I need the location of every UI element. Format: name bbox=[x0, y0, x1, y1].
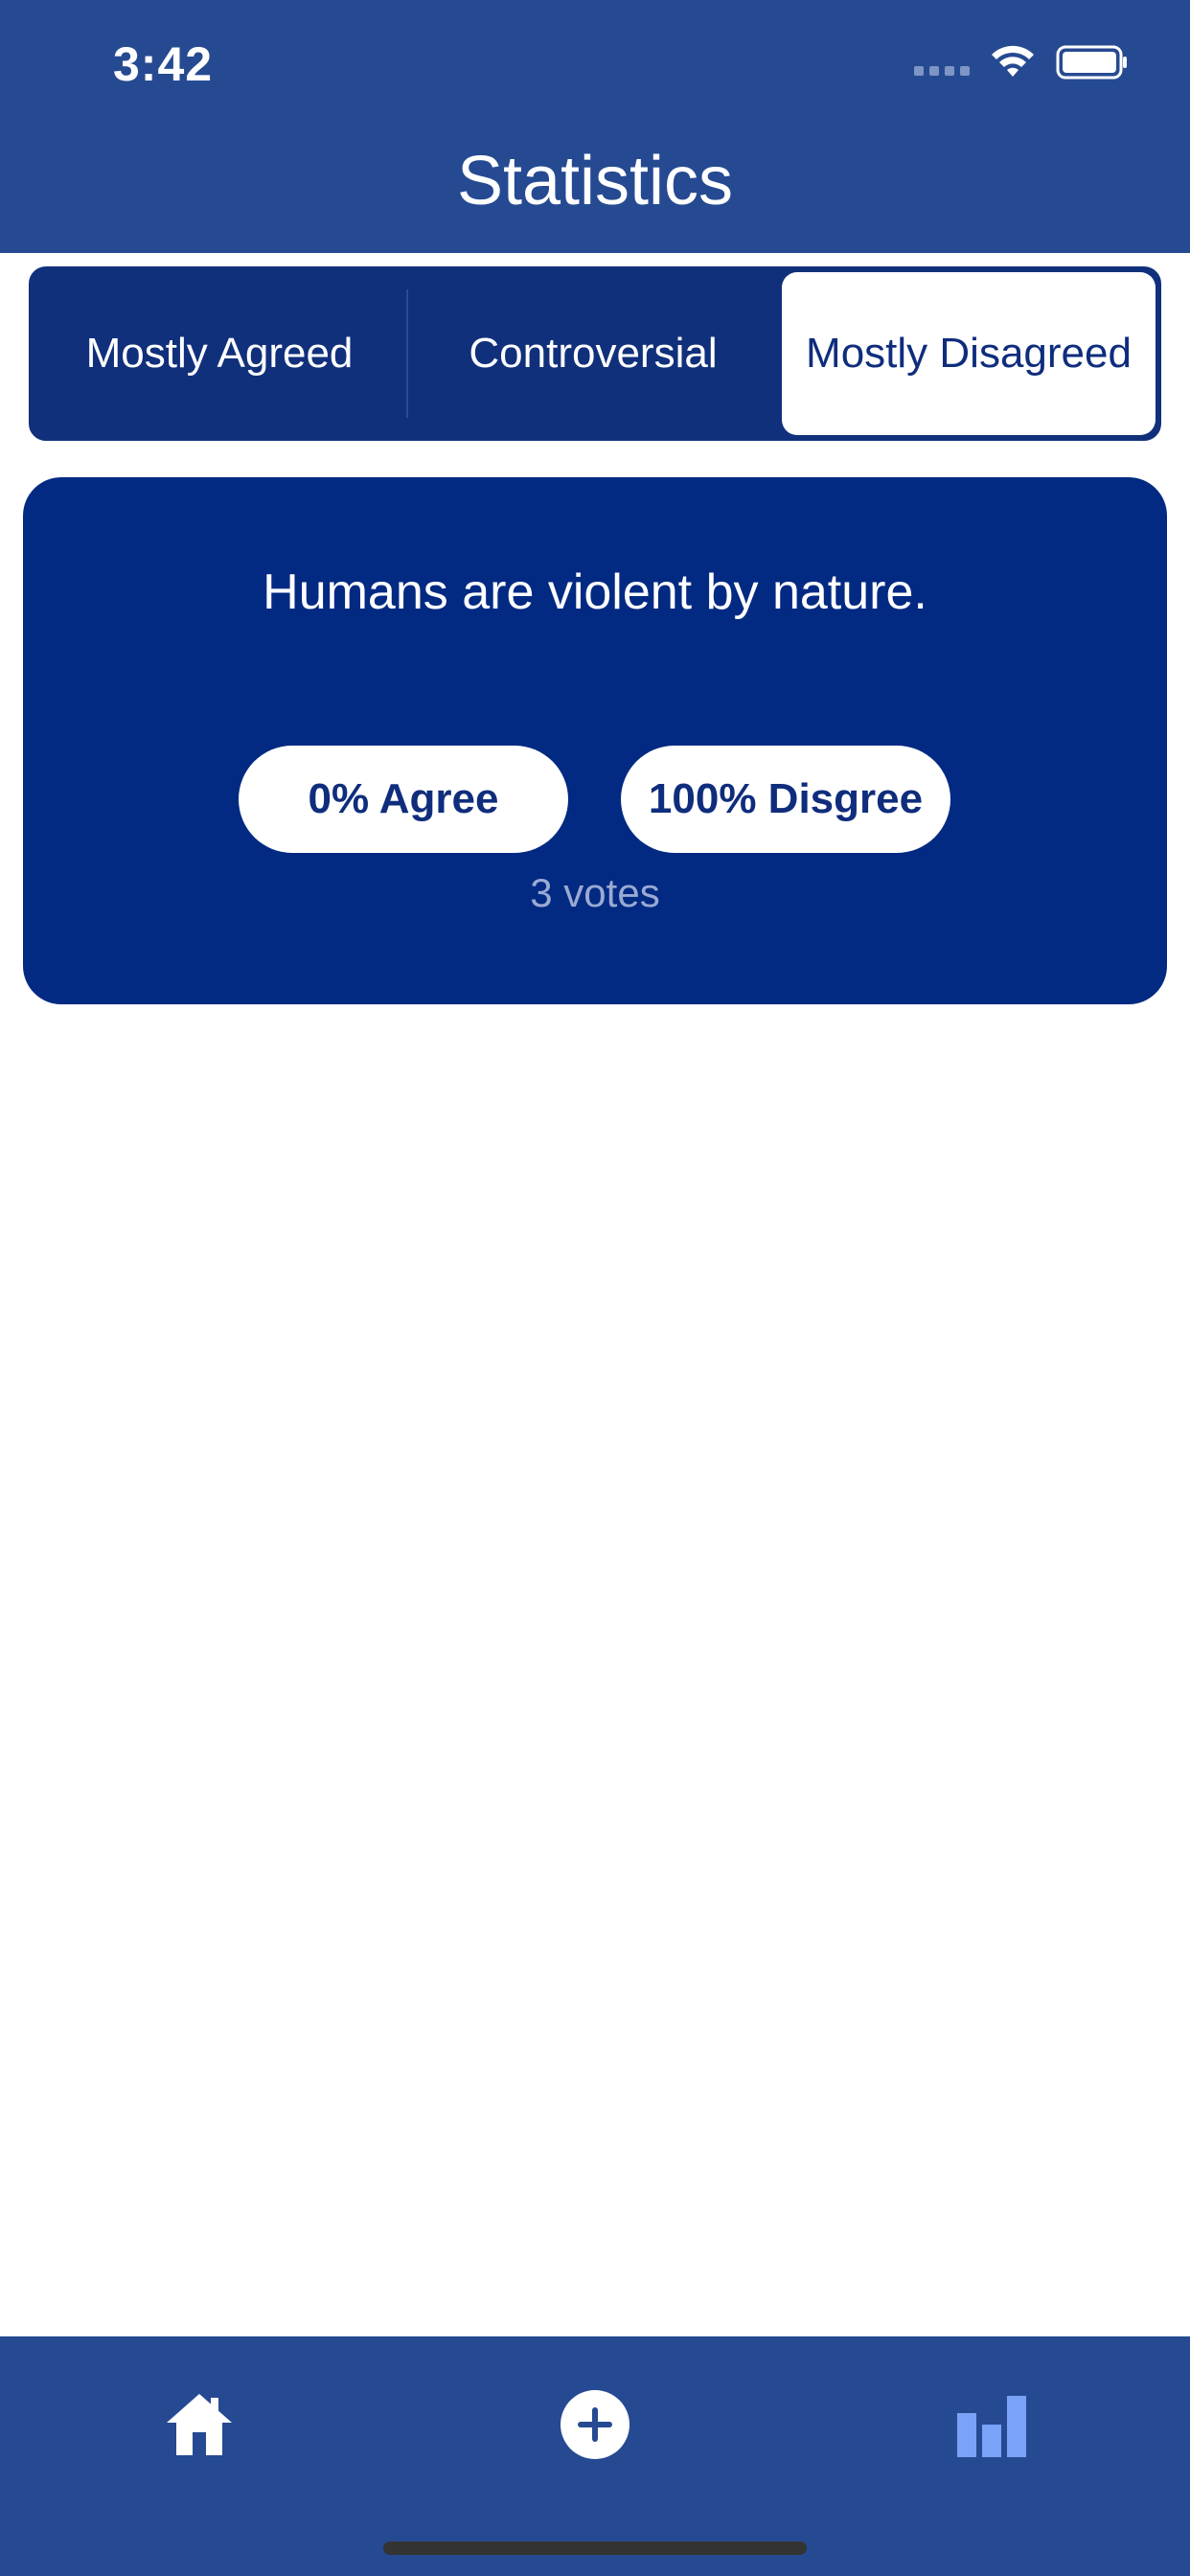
status-icons bbox=[914, 44, 1129, 80]
header: 3:42 Statistics bbox=[0, 0, 1190, 253]
cellular-signal-icon bbox=[914, 66, 970, 76]
tab-bar bbox=[0, 2336, 1190, 2576]
battery-icon bbox=[1056, 45, 1127, 80]
agree-percentage-button[interactable]: 0% Agree bbox=[239, 746, 568, 853]
statistics-screen: 3:42 Statistics Mostly Agreed Controvers… bbox=[0, 0, 1190, 2576]
home-indicator bbox=[383, 2542, 807, 2555]
statement-text: Humans are violent by nature. bbox=[263, 564, 927, 620]
category-segmented-control: Mostly Agreed Controversial Mostly Disag… bbox=[29, 266, 1161, 441]
segment-controversial[interactable]: Controversial bbox=[406, 270, 780, 437]
segment-mostly-disagreed[interactable]: Mostly Disagreed bbox=[782, 272, 1156, 435]
wifi-icon bbox=[992, 45, 1034, 77]
home-icon[interactable] bbox=[161, 2386, 238, 2463]
vote-count: 3 votes bbox=[530, 870, 660, 915]
bar-chart-icon[interactable] bbox=[953, 2386, 1030, 2463]
status-time: 3:42 bbox=[113, 37, 214, 91]
segment-mostly-agreed[interactable]: Mostly Agreed bbox=[33, 270, 406, 437]
statement-card: Humans are violent by nature. 0% Agree 1… bbox=[23, 477, 1167, 1004]
disagree-percentage-button[interactable]: 100% Disgree bbox=[621, 746, 950, 853]
add-circle-icon[interactable] bbox=[557, 2386, 633, 2463]
page-title: Statistics bbox=[456, 143, 734, 219]
